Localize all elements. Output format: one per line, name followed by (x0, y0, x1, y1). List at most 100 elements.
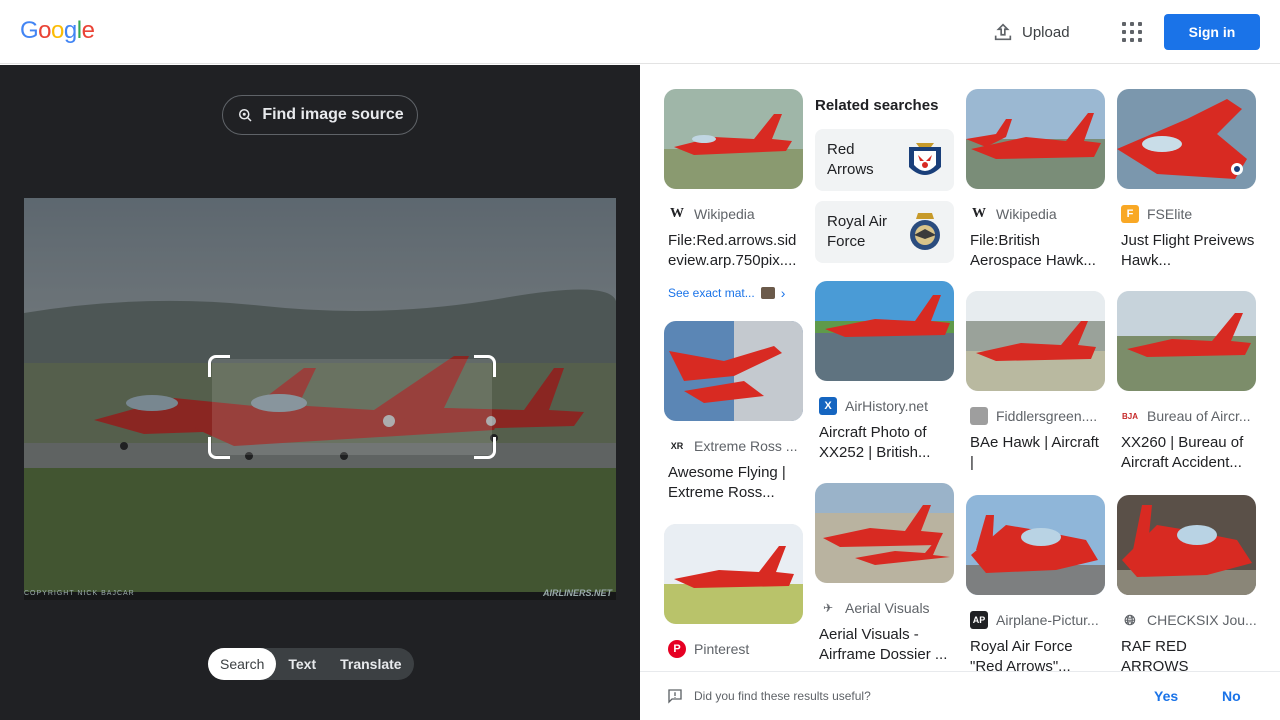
result-card[interactable]: 🌐︎ CHECKSIX Jou... RAF RED ARROWS (1117, 495, 1256, 677)
aerial-visuals-icon: ✈ (822, 601, 834, 615)
apps-grid-icon[interactable] (1120, 20, 1144, 44)
lens-mode-tabs: Search Text Translate (208, 648, 414, 680)
fselite-icon: F (1121, 205, 1139, 223)
chevron-right-icon: › (780, 285, 786, 301)
feedback-question: Did you find these results useful? (694, 689, 871, 703)
tab-search[interactable]: Search (208, 648, 277, 680)
result-source-name: AirHistory.net (845, 398, 928, 414)
result-source: XR Extreme Ross ... (664, 437, 803, 455)
result-source-name: CHECKSIX Jou... (1147, 612, 1256, 628)
result-title[interactable]: Aircraft Photo of XX252 | British... (815, 423, 954, 463)
tab-text[interactable]: Text (276, 648, 328, 680)
related-search-label: Royal Air Force (827, 213, 888, 250)
upload-button[interactable]: Upload (992, 20, 1070, 44)
crop-selection-box[interactable] (208, 355, 496, 459)
wikipedia-icon: W (670, 206, 684, 221)
result-source: P Pinterest (664, 640, 803, 658)
fiddlersgreen-icon (970, 407, 988, 425)
result-card[interactable]: ✈ Aerial Visuals Aerial Visuals - Airfra… (815, 483, 954, 665)
result-card[interactable]: Fiddlersgreen.... BAe Hawk | Aircraft | (966, 291, 1105, 473)
see-exact-label: See exact mat... (668, 286, 755, 300)
crop-handle-bottom-right[interactable] (474, 437, 496, 459)
result-title[interactable]: Aerial Visuals - Airframe Dossier ... (815, 625, 954, 665)
logo-letter: g (63, 17, 77, 44)
raf-badge-icon (910, 213, 940, 250)
crop-handle-bottom-left[interactable] (208, 437, 230, 459)
crop-handle-top-right[interactable] (474, 355, 496, 377)
red-arrows-badge-icon (909, 143, 941, 175)
results-pane: W Wikipedia File:Red.arrows.sideview.arp… (640, 65, 1280, 720)
result-source-name: Bureau of Aircr... (1147, 408, 1251, 424)
result-source-name: Pinterest (694, 641, 750, 657)
extreme-ross-icon: XR (670, 441, 684, 451)
airplane-pictures-icon: AP (970, 611, 988, 629)
tab-translate[interactable]: Translate (328, 648, 413, 680)
related-search-label: Red Arrows (827, 141, 874, 178)
result-source: 🌐︎ CHECKSIX Jou... (1117, 611, 1256, 629)
result-source: BJA Bureau of Aircr... (1117, 407, 1256, 425)
result-thumbnail[interactable] (966, 89, 1105, 189)
related-search-red-arrows[interactable]: Red Arrows (815, 129, 954, 191)
result-thumbnail[interactable] (966, 495, 1105, 595)
result-source: Fiddlersgreen.... (966, 407, 1105, 425)
feedback-yes-button[interactable]: Yes (1154, 688, 1178, 704)
related-searches-heading: Related searches (815, 97, 939, 114)
result-card[interactable]: P Pinterest (664, 524, 803, 658)
logo-letter: e (81, 17, 95, 44)
result-title[interactable]: BAe Hawk | Aircraft | (966, 433, 1105, 473)
result-source: ✈ Aerial Visuals (815, 599, 954, 617)
upload-label: Upload (1022, 23, 1070, 41)
logo-letter: o (51, 17, 64, 44)
result-card[interactable]: BJA Bureau of Aircr... XX260 | Bureau of… (1117, 291, 1256, 473)
result-card[interactable]: XR Extreme Ross ... Awesome Flying | Ext… (664, 321, 803, 503)
result-thumbnail[interactable] (1117, 291, 1256, 391)
result-source-name: Airplane-Pictur... (996, 612, 1099, 628)
result-thumbnail[interactable] (664, 524, 803, 624)
logo-letter: o (38, 17, 52, 44)
result-thumbnail[interactable] (815, 483, 954, 583)
result-card[interactable]: F FSElite Just Flight Preivews Hawk... (1117, 89, 1256, 271)
result-title[interactable]: Awesome Flying | Extreme Ross... (664, 463, 803, 503)
google-logo[interactable]: Google (20, 17, 95, 45)
logo-letter: G (20, 17, 39, 44)
see-exact-matches-link[interactable]: See exact mat... › (664, 285, 803, 301)
result-card[interactable]: W Wikipedia File:Red.arrows.sideview.arp… (664, 89, 803, 301)
result-thumbnail[interactable] (1117, 89, 1256, 189)
result-source-name: Aerial Visuals (845, 600, 930, 616)
result-thumbnail[interactable] (966, 291, 1105, 391)
result-thumbnail[interactable] (1117, 495, 1256, 595)
result-thumbnail[interactable] (815, 281, 954, 381)
airhistory-icon: X (819, 397, 837, 415)
result-thumbnail[interactable] (664, 321, 803, 421)
result-source: W Wikipedia (966, 205, 1105, 223)
result-source-name: Extreme Ross ... (694, 438, 798, 454)
lens-search-icon (239, 109, 252, 122)
find-image-source-button[interactable]: Find image source (222, 95, 418, 135)
pinterest-icon: P (668, 640, 686, 658)
exact-match-thumb-icon (760, 287, 775, 299)
result-title[interactable]: File:British Aerospace Hawk... (966, 231, 1105, 271)
feedback-no-button[interactable]: No (1222, 688, 1241, 704)
result-source: X AirHistory.net (815, 397, 954, 415)
result-card[interactable]: X AirHistory.net Aircraft Photo of XX252… (815, 281, 954, 463)
feedback-bar: Did you find these results useful? Yes N… (640, 671, 1280, 720)
top-bar: Google Upload Sign in (0, 0, 1280, 64)
result-card[interactable]: AP Airplane-Pictur... Royal Air Force "R… (966, 495, 1105, 677)
result-source: F FSElite (1117, 205, 1256, 223)
globe-icon: 🌐︎ (1124, 611, 1136, 628)
find-source-label: Find image source (262, 106, 404, 123)
sign-in-button[interactable]: Sign in (1164, 14, 1260, 50)
result-source: AP Airplane-Pictur... (966, 611, 1105, 629)
result-source-name: Wikipedia (694, 206, 755, 222)
result-title[interactable]: File:Red.arrows.sideview.arp.750pix.... (664, 231, 803, 271)
result-thumbnail[interactable] (664, 89, 803, 189)
crop-handle-top-left[interactable] (208, 355, 230, 377)
result-source: W Wikipedia (664, 205, 803, 223)
result-title[interactable]: Just Flight Preivews Hawk... (1117, 231, 1256, 271)
image-watermark-right: AIRLINERS.NET (542, 588, 612, 598)
result-card[interactable]: W Wikipedia File:British Aerospace Hawk.… (966, 89, 1105, 271)
result-source-name: Fiddlersgreen.... (996, 408, 1098, 424)
result-source-name: Wikipedia (996, 206, 1057, 222)
result-title[interactable]: XX260 | Bureau of Aircraft Accident... (1117, 433, 1256, 473)
related-search-royal-air-force[interactable]: Royal Air Force (815, 201, 954, 263)
